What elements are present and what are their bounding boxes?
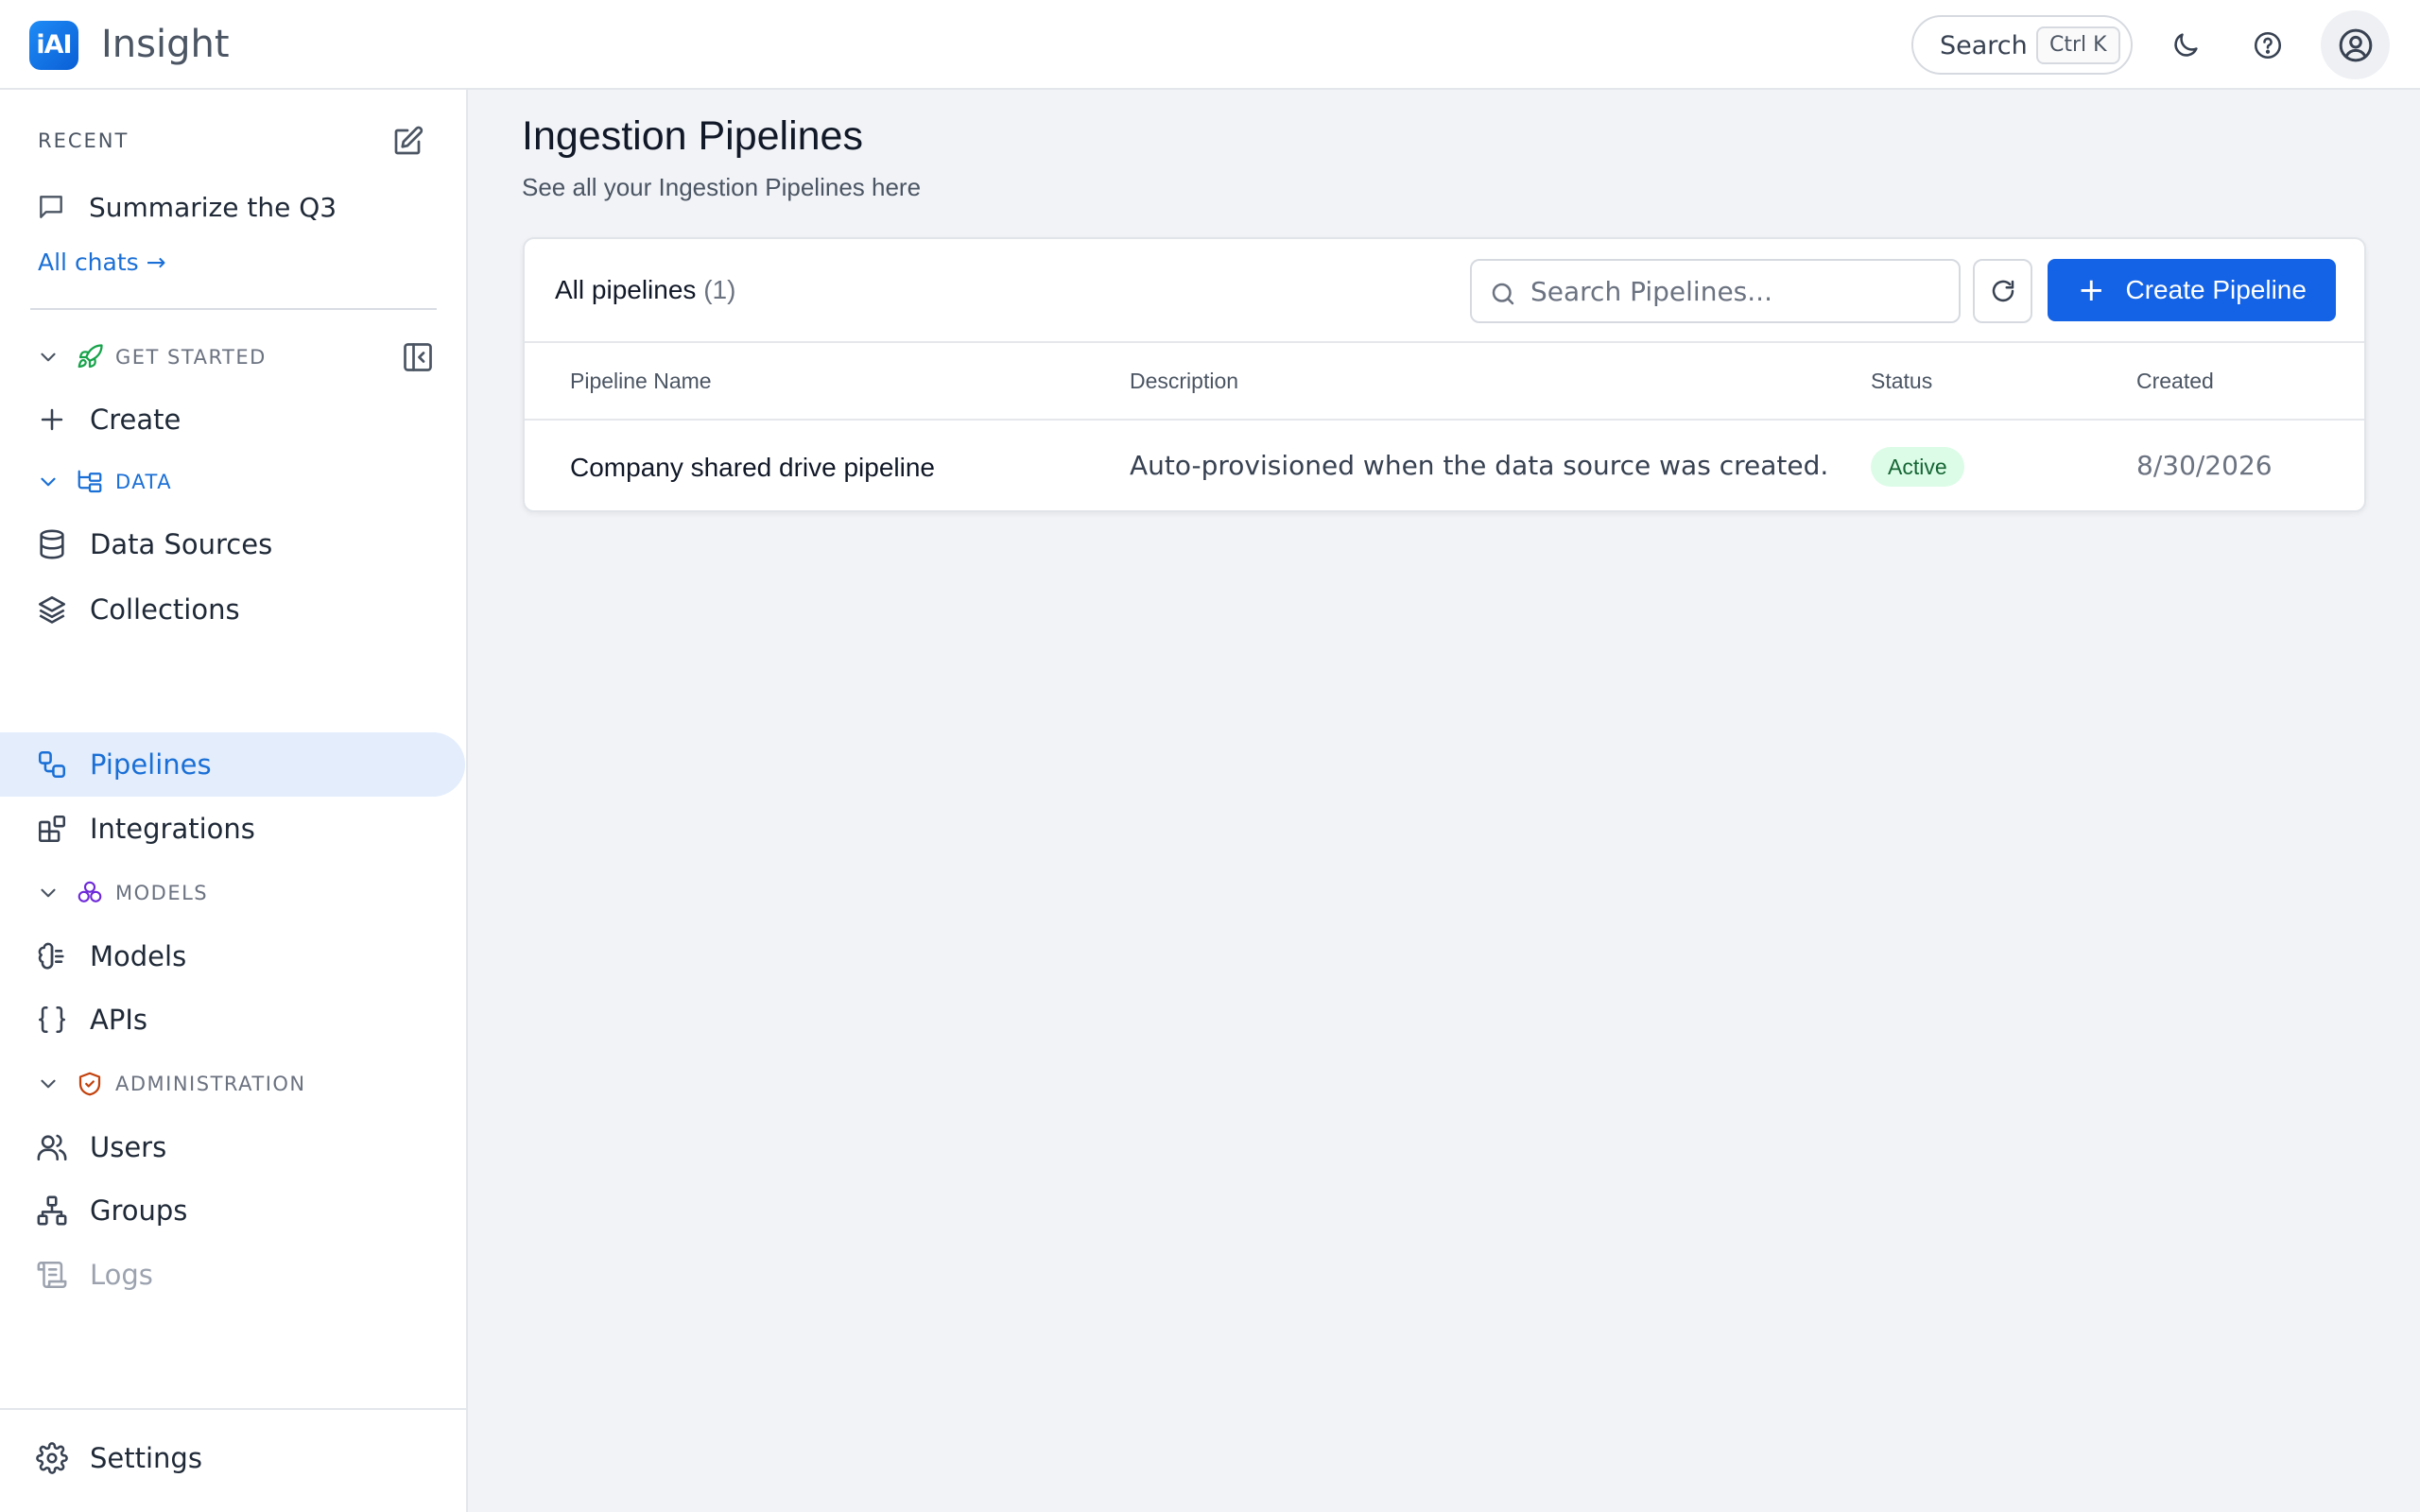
- plus-icon: +: [2078, 271, 2105, 309]
- section-label: MODELS: [115, 882, 209, 904]
- created-date-cell: 8/30/2026: [2136, 450, 2273, 481]
- sidebar-item-label: Integrations: [90, 813, 255, 845]
- sidebar-item-create[interactable]: Create: [0, 387, 465, 452]
- refresh-icon: [1992, 280, 2014, 302]
- sidebar-item-collections[interactable]: Collections: [0, 577, 465, 642]
- network-icon: [37, 1195, 67, 1226]
- theme-toggle-button[interactable]: [2161, 21, 2210, 70]
- sidebar-item-label: Logs: [90, 1259, 153, 1291]
- all-chats-link[interactable]: All chats →: [38, 247, 166, 279]
- sidebar-item-label: Create: [90, 404, 182, 436]
- section-get-started[interactable]: GET STARTED: [36, 340, 267, 374]
- section-label: ADMINISTRATION: [115, 1073, 306, 1095]
- section-data[interactable]: DATA: [36, 465, 172, 499]
- sidebar-item-label: Data Sources: [90, 528, 273, 560]
- page-title: Ingestion Pipelines: [522, 113, 863, 159]
- pipeline-count: (1): [703, 275, 736, 304]
- blocks-icon: [38, 815, 66, 843]
- gear-icon: [36, 1442, 68, 1474]
- search-label: Search: [1940, 31, 2028, 60]
- sidebar-item-apis[interactable]: APIs: [0, 988, 465, 1052]
- status-badge: Active: [1871, 447, 1964, 487]
- sidebar-item-label: Users: [90, 1131, 167, 1163]
- recent-header: RECENT: [38, 129, 130, 152]
- section-label: DATA: [115, 471, 173, 493]
- page-subtitle: See all your Ingestion Pipelines here: [522, 173, 922, 201]
- sidebar-item-label: Settings: [90, 1442, 202, 1474]
- sidebar-item-integrations[interactable]: Integrations: [0, 797, 465, 861]
- section-label: GET STARTED: [115, 346, 267, 369]
- plus-icon: [41, 408, 63, 431]
- search-shortcut: Ctrl K: [2036, 26, 2120, 64]
- pipeline-search[interactable]: [1470, 259, 1961, 323]
- chevron-down-icon: [41, 888, 56, 898]
- description-cell: Auto-provisioned when the data source wa…: [1130, 450, 1829, 481]
- sidebar-item-logs: Logs: [0, 1243, 465, 1307]
- app-logo[interactable]: iAI: [29, 21, 78, 70]
- layers-icon: [38, 595, 66, 624]
- sidebar-item-pipelines[interactable]: Pipelines: [0, 732, 465, 797]
- refresh-button[interactable]: [1973, 259, 2032, 323]
- moon-icon: [2174, 33, 2198, 57]
- section-administration[interactable]: ADMINISTRATION: [36, 1067, 306, 1101]
- column-header-pipeline-name[interactable]: Pipeline Name: [570, 369, 712, 394]
- card-title-text: All pipelines: [555, 275, 697, 304]
- chevron-down-icon: [41, 1079, 56, 1089]
- sidebar-item-settings[interactable]: Settings: [0, 1426, 465, 1490]
- sidebar-bottom-divider: [0, 1408, 466, 1410]
- column-header-status[interactable]: Status: [1871, 369, 1932, 394]
- section-models[interactable]: MODELS: [36, 876, 208, 910]
- sidebar-item-data-sources[interactable]: Data Sources: [0, 512, 465, 576]
- sidebar-item-groups[interactable]: Groups: [0, 1178, 465, 1243]
- table-row[interactable]: Company shared drive pipeline Auto-provi…: [525, 421, 2364, 512]
- shield-check-icon: [78, 1072, 101, 1096]
- sidebar-item-label: Groups: [90, 1194, 188, 1227]
- collapse-sidebar-icon[interactable]: [401, 340, 435, 374]
- database-icon: [40, 529, 64, 559]
- recent-chat-label: Summarize the Q3: [89, 191, 337, 223]
- sidebar-divider: [30, 308, 437, 310]
- chevron-down-icon: [41, 352, 56, 362]
- new-chat-edit-icon[interactable]: [390, 125, 424, 159]
- users-icon: [37, 1134, 67, 1161]
- global-search-button[interactable]: Search Ctrl K: [1911, 15, 2133, 75]
- folder-tree-icon: [78, 470, 102, 493]
- sidebar-item-label: Models: [90, 940, 187, 972]
- chevron-down-icon: [41, 477, 56, 487]
- create-pipeline-button[interactable]: + Create Pipeline: [2048, 259, 2336, 321]
- top-bar: iAI Insight Search Ctrl K: [0, 0, 2420, 90]
- help-button[interactable]: [2243, 21, 2292, 70]
- pipelines-card: All pipelines (1) + Create Pipeline Pipe…: [523, 237, 2366, 512]
- sidebar-item-models[interactable]: Models: [0, 924, 465, 988]
- user-circle-icon: [2339, 28, 2372, 61]
- sidebar: RECENT Summarize the Q3 All chats → GET …: [0, 90, 468, 1512]
- profile-button[interactable]: [2321, 10, 2390, 79]
- create-pipeline-label: Create Pipeline: [2125, 275, 2307, 304]
- table-header: Pipeline Name Description Status Created: [525, 341, 2364, 421]
- chat-bubble-icon: [40, 196, 62, 218]
- app-title: Insight: [101, 23, 230, 66]
- pipeline-name-cell[interactable]: Company shared drive pipeline: [570, 451, 935, 485]
- sidebar-item-label: APIs: [90, 1004, 147, 1036]
- sidebar-item-label: Collections: [90, 593, 240, 626]
- sidebar-item-label: Pipelines: [90, 748, 212, 781]
- search-input[interactable]: [1530, 270, 1946, 312]
- column-header-description[interactable]: Description: [1130, 369, 1238, 394]
- column-header-created[interactable]: Created: [2136, 369, 2214, 394]
- help-circle-icon: [2254, 31, 2282, 60]
- scroll-icon: [37, 1261, 67, 1289]
- rocket-icon: [78, 344, 103, 369]
- recent-chat-item[interactable]: Summarize the Q3: [36, 188, 337, 226]
- card-title: All pipelines (1): [555, 275, 735, 305]
- sidebar-item-users[interactable]: Users: [0, 1115, 465, 1179]
- brain-icon: [38, 942, 64, 970]
- search-icon: [1492, 283, 1514, 305]
- cubes-icon: [78, 881, 102, 902]
- braces-icon: [38, 1005, 66, 1034]
- workflow-icon: [38, 750, 66, 779]
